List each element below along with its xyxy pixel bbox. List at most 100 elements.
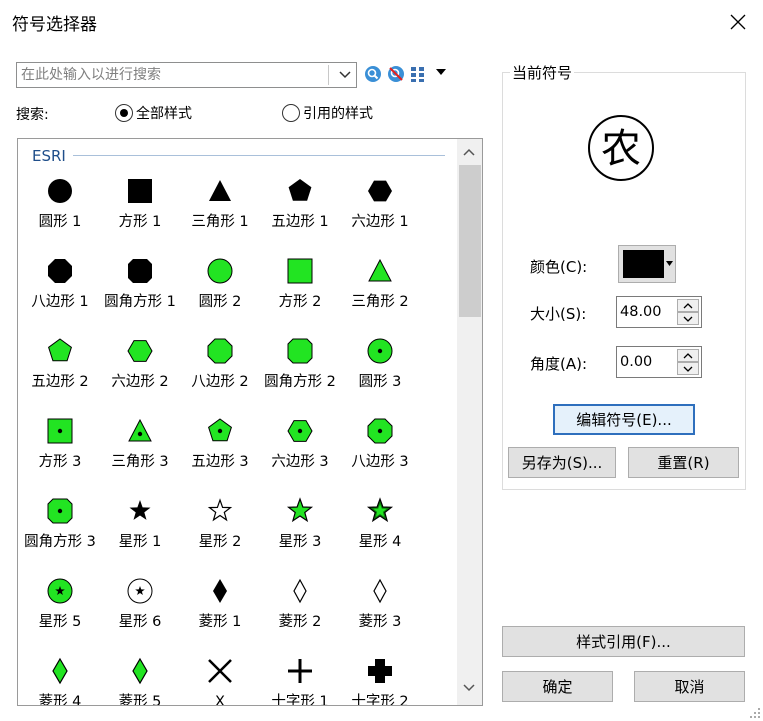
- symbol-label: X: [215, 694, 225, 706]
- symbol-cell[interactable]: 十字形 2: [340, 657, 420, 705]
- color-picker-button[interactable]: [618, 245, 676, 283]
- close-icon: [730, 14, 746, 30]
- search-input[interactable]: [19, 65, 329, 85]
- angle-increment-button[interactable]: [677, 349, 699, 362]
- search-label: 搜索:: [16, 107, 49, 123]
- cancel-button[interactable]: 取消: [634, 671, 745, 702]
- radio-all-styles[interactable]: 全部样式: [115, 103, 192, 123]
- edit-symbol-button[interactable]: 编辑符号(E)...: [553, 404, 695, 435]
- symbol-label: 八边形 1: [31, 294, 89, 310]
- search-icon[interactable]: [364, 65, 382, 83]
- symbol-cell[interactable]: 菱形 5: [100, 657, 180, 705]
- symbol-cell[interactable]: 八边形 3: [340, 417, 420, 497]
- size-decrement-button[interactable]: [677, 312, 699, 325]
- symbol-label: 三角形 1: [191, 214, 249, 230]
- symbol-cell[interactable]: 五边形 3: [180, 417, 260, 497]
- symbol-cell[interactable]: X: [180, 657, 260, 706]
- radio-label: 全部样式: [136, 106, 192, 122]
- clear-search-icon[interactable]: [387, 65, 405, 83]
- close-button[interactable]: [721, 6, 755, 38]
- triangle-dot-icon: [128, 418, 152, 442]
- rounded-square-icon: [287, 338, 313, 364]
- symbol-cell[interactable]: 三角形 3: [100, 417, 180, 497]
- symbol-cell[interactable]: 星形 1: [100, 497, 180, 577]
- symbol-cell[interactable]: 六边形 1: [340, 177, 420, 257]
- search-combobox[interactable]: [16, 62, 357, 88]
- angle-label: 角度(A):: [530, 355, 588, 373]
- circle-star-icon: [47, 578, 73, 604]
- scroll-up-icon[interactable]: [462, 147, 476, 157]
- octagon-icon: [207, 338, 233, 364]
- symbol-cell[interactable]: 方形 3: [20, 417, 100, 497]
- view-options-icon[interactable]: [410, 65, 450, 83]
- symbol-cell[interactable]: 方形 2: [260, 257, 340, 337]
- symbol-cell[interactable]: 三角形 1: [180, 177, 260, 257]
- symbol-cell[interactable]: 八边形 1: [20, 257, 100, 337]
- angle-decrement-button[interactable]: [677, 362, 699, 375]
- symbol-cell[interactable]: 菱形 1: [180, 577, 260, 657]
- chevron-down-icon[interactable]: [338, 69, 352, 81]
- symbol-cell[interactable]: 圆形 1: [20, 177, 100, 257]
- symbol-cell[interactable]: 圆形 3: [340, 337, 420, 417]
- symbol-cell[interactable]: 星形 4: [340, 497, 420, 577]
- symbol-preview: 农: [588, 115, 654, 181]
- save-as-button[interactable]: 另存为(S)...: [508, 447, 616, 478]
- x-icon: [208, 659, 232, 683]
- size-spinbox[interactable]: [616, 296, 702, 328]
- symbol-cell[interactable]: 六边形 3: [260, 417, 340, 497]
- resize-grip-icon[interactable]: [749, 707, 761, 719]
- symbol-label: 星形 5: [38, 614, 82, 630]
- symbol-cell[interactable]: 五边形 1: [260, 177, 340, 257]
- style-references-button[interactable]: 样式引用(F)...: [502, 626, 745, 657]
- symbol-cell[interactable]: 星形 3: [260, 497, 340, 577]
- symbol-label: 星形 1: [118, 534, 162, 550]
- radio-indicator: [115, 104, 133, 122]
- radio-referenced-styles[interactable]: 引用的样式: [282, 103, 373, 123]
- spin-up-icon: [683, 302, 693, 308]
- symbol-gallery[interactable]: ESRI 圆形 1 方形 1 三角形 1 五边形 1 六边形 1 八边形 1 圆角方形 1圆…: [17, 138, 483, 706]
- symbol-cell[interactable]: 方形 1: [100, 177, 180, 257]
- symbol-cell[interactable]: 星形 5: [20, 577, 100, 657]
- symbol-cell[interactable]: 五边形 2: [20, 337, 100, 417]
- symbol-label: 六边形 2: [111, 374, 169, 390]
- preview-glyph: 农: [601, 126, 641, 172]
- reset-button[interactable]: 重置(R): [628, 447, 739, 478]
- radio-selected-dot: [120, 109, 128, 117]
- size-input[interactable]: [620, 301, 674, 323]
- circle-star-white-icon: [127, 578, 153, 604]
- scroll-down-icon[interactable]: [462, 683, 476, 693]
- symbol-cell[interactable]: 菱形 2: [260, 577, 340, 657]
- color-label: 颜色(C):: [530, 258, 588, 276]
- ok-button[interactable]: 确定: [502, 671, 613, 702]
- symbol-cell[interactable]: 圆角方形 3: [20, 497, 100, 577]
- symbol-cell[interactable]: 菱形 4: [20, 657, 100, 705]
- symbol-cell[interactable]: 圆形 2: [180, 257, 260, 337]
- symbol-cell[interactable]: 八边形 2: [180, 337, 260, 417]
- diamond-green-icon: [132, 657, 148, 685]
- vertical-scrollbar[interactable]: [457, 139, 482, 705]
- diamond-green-icon: [52, 657, 68, 685]
- symbol-cell[interactable]: 圆角方形 1: [100, 257, 180, 337]
- square-dot-icon: [47, 418, 73, 444]
- symbol-label: 圆角方形 2: [264, 374, 336, 390]
- symbol-label: 圆形 2: [198, 294, 242, 310]
- angle-spinbox[interactable]: [616, 346, 702, 378]
- window-title: 符号选择器: [12, 15, 97, 35]
- title-bar: 符号选择器: [0, 0, 763, 44]
- symbol-label: 三角形 2: [351, 294, 409, 310]
- pentagon-dot-icon: [208, 418, 232, 442]
- symbol-cell[interactable]: 圆角方形 2: [260, 337, 340, 417]
- size-increment-button[interactable]: [677, 299, 699, 312]
- symbol-cell[interactable]: 六边形 2: [100, 337, 180, 417]
- angle-input[interactable]: [620, 351, 674, 373]
- symbol-cell[interactable]: 十字形 1: [260, 657, 340, 705]
- cross-icon: [288, 659, 312, 683]
- scroll-thumb[interactable]: [459, 165, 481, 317]
- symbol-cell[interactable]: 三角形 2: [340, 257, 420, 337]
- symbol-label: 三角形 3: [111, 454, 169, 470]
- symbol-label: 星形 2: [198, 534, 242, 550]
- symbol-cell[interactable]: 菱形 3: [340, 577, 420, 657]
- star-icon: [129, 500, 151, 520]
- symbol-cell[interactable]: 星形 2: [180, 497, 260, 577]
- symbol-cell[interactable]: 星形 6: [100, 577, 180, 657]
